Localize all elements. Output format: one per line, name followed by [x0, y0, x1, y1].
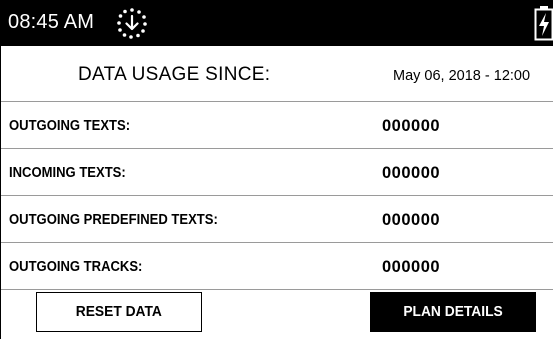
row-outgoing-tracks: OUTGOING TRACKS: 000000: [1, 243, 553, 290]
row-label: OUTGOING TRACKS:: [9, 259, 143, 275]
battery-charging-icon: [534, 5, 553, 41]
row-outgoing-predefined-texts: OUTGOING PREDEFINED TEXTS: 000000: [1, 196, 553, 243]
data-usage-screen: 08:45 AM DATA USAGE SINCE: May 06, 2018 …: [0, 0, 553, 339]
plan-details-label: PLAN DETAILS: [403, 303, 503, 320]
plan-details-button[interactable]: PLAN DETAILS: [370, 292, 536, 332]
reset-data-button[interactable]: RESET DATA: [36, 292, 202, 332]
row-value: 000000: [382, 117, 441, 135]
usage-since-label: DATA USAGE SINCE:: [78, 64, 271, 85]
row-label: INCOMING TEXTS:: [9, 165, 126, 181]
usage-since-date: May 06, 2018 - 12:00: [393, 68, 531, 84]
status-bar: 08:45 AM: [1, 0, 553, 46]
row-label: OUTGOING PREDEFINED TEXTS:: [9, 212, 218, 228]
reset-data-label: RESET DATA: [75, 303, 163, 320]
sync-download-icon: [115, 6, 149, 40]
row-incoming-texts: INCOMING TEXTS: 000000: [1, 149, 553, 196]
row-label: OUTGOING TEXTS:: [9, 118, 131, 134]
status-time: 08:45 AM: [8, 11, 95, 33]
usage-since-header: DATA USAGE SINCE: May 06, 2018 - 12:00: [1, 46, 553, 102]
row-value: 000000: [382, 211, 441, 229]
row-value: 000000: [382, 164, 441, 182]
row-outgoing-texts: OUTGOING TEXTS: 000000: [1, 102, 553, 149]
row-value: 000000: [382, 258, 441, 276]
